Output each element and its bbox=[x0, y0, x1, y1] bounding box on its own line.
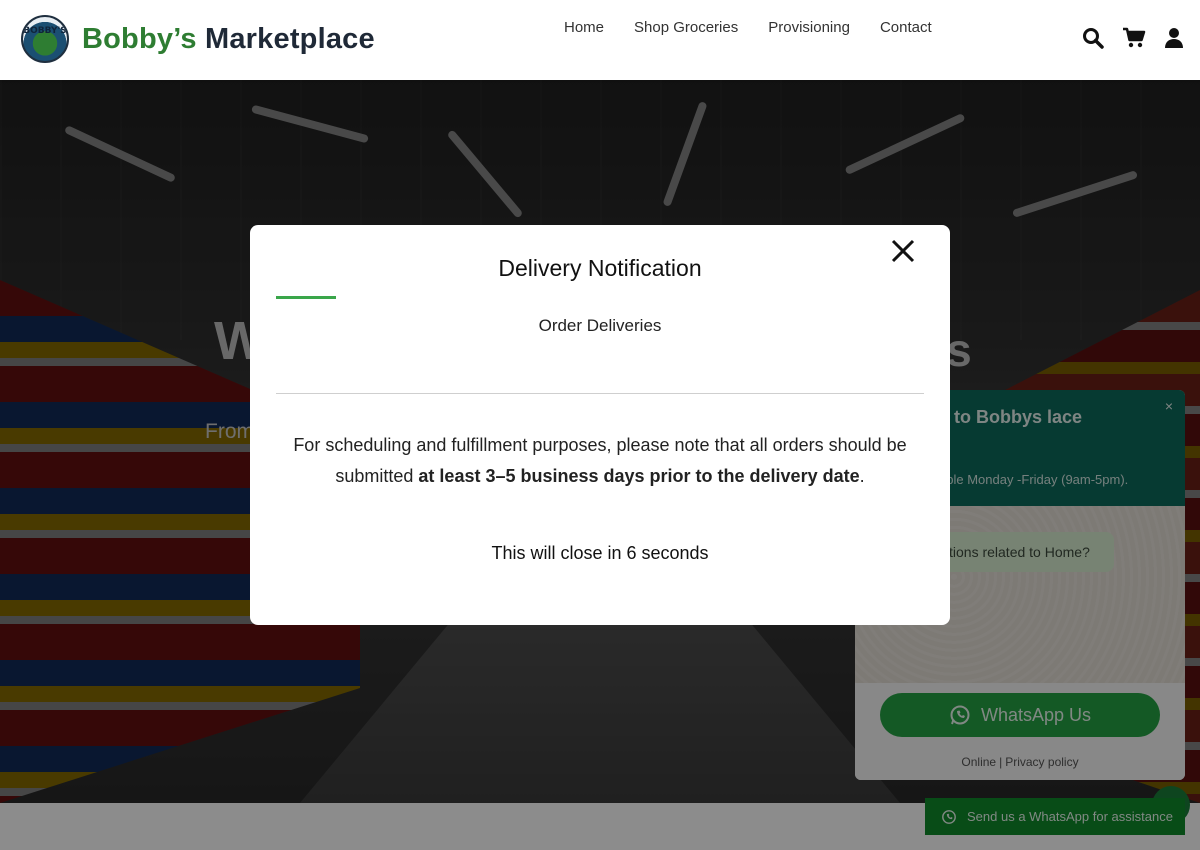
logo-text: BOBBY'S bbox=[23, 26, 67, 36]
nav-contact[interactable]: Contact bbox=[880, 19, 932, 36]
header-icons bbox=[1082, 27, 1184, 49]
search-icon[interactable] bbox=[1082, 27, 1104, 49]
title-accent-line bbox=[276, 296, 336, 299]
site-header: BOBBY'S Bobby’s Marketplace Home Shop Gr… bbox=[0, 0, 1200, 80]
message-emphasis: at least 3–5 business days prior to the … bbox=[418, 466, 860, 486]
user-icon[interactable] bbox=[1164, 27, 1184, 49]
modal-title: Delivery Notification bbox=[498, 255, 702, 281]
modal-countdown: This will close in 6 seconds bbox=[491, 543, 709, 563]
nav-home[interactable]: Home bbox=[564, 19, 604, 36]
message-end: . bbox=[859, 466, 865, 486]
nav-shop-groceries[interactable]: Shop Groceries bbox=[634, 19, 738, 36]
nav-provisioning[interactable]: Provisioning bbox=[768, 19, 850, 36]
main-nav: Home Shop Groceries Provisioning Contact bbox=[564, 19, 932, 36]
delivery-notification-modal: Delivery Notification Order Deliveries F… bbox=[250, 225, 950, 625]
brand-part-2: Marketplace bbox=[205, 23, 375, 55]
modal-divider bbox=[276, 393, 924, 394]
brand-part-1: Bobby’s bbox=[82, 23, 197, 55]
modal-subtitle: Order Deliveries bbox=[538, 316, 662, 335]
modal-message: For scheduling and fulfillment purposes,… bbox=[290, 430, 910, 492]
close-icon[interactable] bbox=[888, 236, 918, 271]
cart-icon[interactable] bbox=[1122, 27, 1146, 49]
brand-name[interactable]: Bobby’s Marketplace bbox=[82, 23, 375, 56]
logo[interactable]: BOBBY'S bbox=[21, 15, 69, 63]
